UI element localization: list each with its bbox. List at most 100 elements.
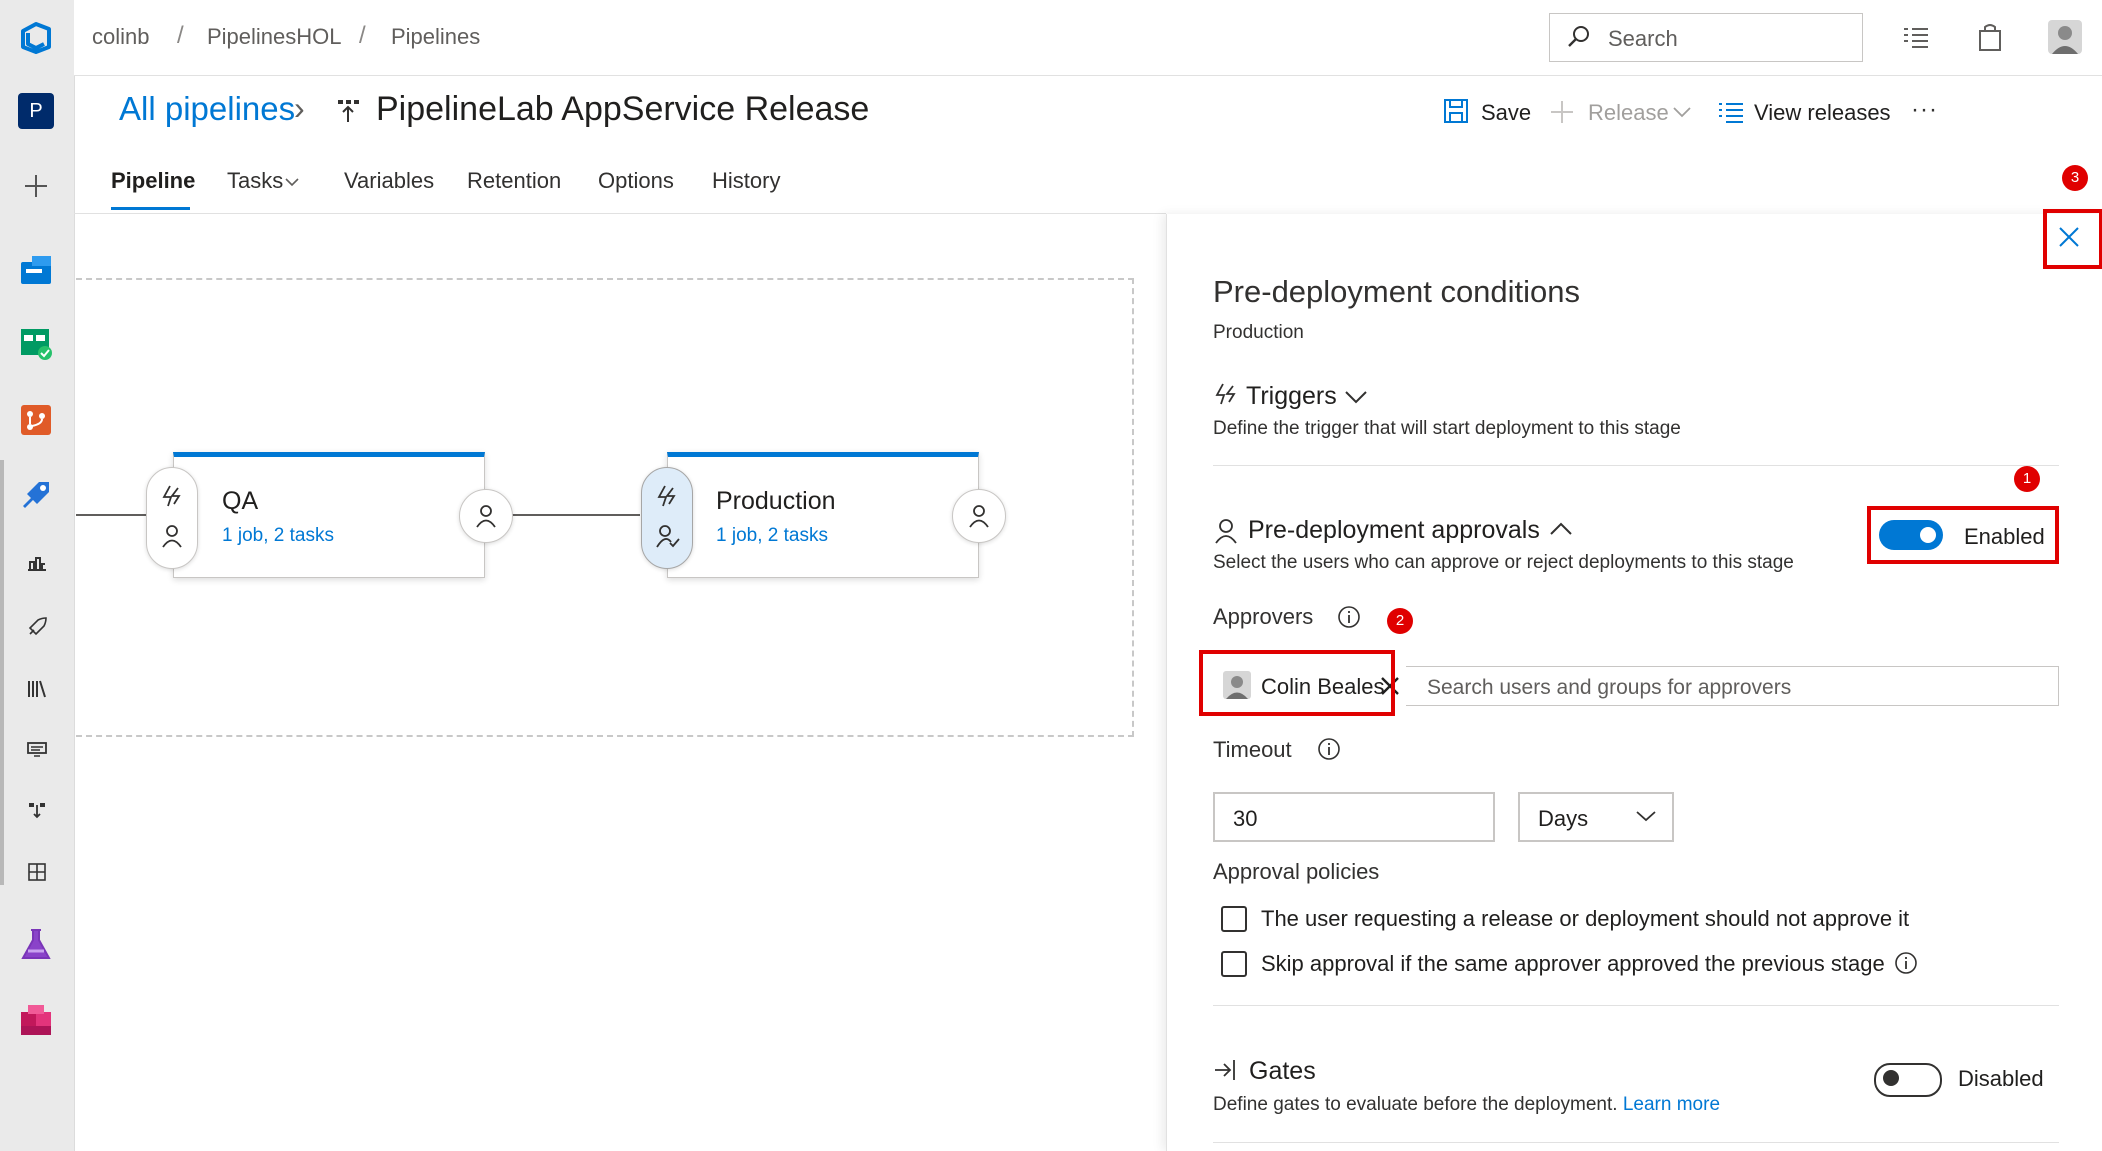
stage-name: Production [716, 487, 836, 515]
triggers-section-toggle[interactable]: Triggers [1246, 382, 1337, 411]
approvals-description: Select the users who can approve or reje… [1213, 552, 1794, 573]
gates-toggle-label: Disabled [1958, 1066, 2044, 1091]
timeout-value-input[interactable]: 30 [1213, 792, 1495, 842]
overview-icon[interactable] [14, 248, 58, 292]
connector-line [76, 514, 156, 516]
chevron-down-icon [1673, 106, 1691, 118]
releases-rocket-icon[interactable] [22, 612, 52, 642]
timeout-unit: Days [1538, 806, 1589, 831]
tab-active-indicator [111, 207, 190, 210]
tab-variables[interactable]: Variables [344, 168, 434, 194]
pre-deployment-conditions-button[interactable] [641, 467, 693, 569]
save-button[interactable]: Save [1481, 100, 1531, 126]
more-actions-button[interactable]: ··· [1911, 96, 1938, 124]
approvals-section-toggle[interactable]: Pre-deployment approvals [1248, 516, 1540, 545]
panel-title: Pre-deployment conditions [1213, 274, 1581, 309]
chevron-up-icon[interactable] [1550, 522, 1572, 536]
breadcrumb-separator: / [177, 22, 184, 49]
deployment-groups-icon[interactable] [22, 795, 52, 825]
policy-label: Skip approval if the same approver appro… [1261, 951, 1885, 976]
section-divider [1213, 1005, 2059, 1006]
close-icon[interactable] [2057, 225, 2081, 249]
chevron-down-icon[interactable] [1345, 390, 1367, 404]
connector-line [512, 514, 640, 516]
person-check-icon [655, 524, 681, 548]
stage-name: QA [222, 487, 259, 515]
tab-retention[interactable]: Retention [467, 168, 561, 194]
toggle-knob [1883, 1070, 1899, 1086]
timeout-value: 30 [1233, 806, 1258, 831]
policy-checkbox[interactable] [1221, 951, 1247, 977]
lightning-icon [160, 484, 184, 508]
stage-card-qa[interactable]: QA 1 job, 2 tasks [173, 452, 485, 578]
learn-more-link[interactable]: Learn more [1623, 1094, 1720, 1115]
panel-stage-name: Production [1213, 322, 1304, 343]
list-icon [1718, 101, 1744, 123]
task-list-icon[interactable] [1902, 24, 1930, 50]
stage-summary-link[interactable]: 1 job, 2 tasks [716, 525, 828, 547]
info-icon[interactable] [1894, 951, 1918, 975]
approval-policies-label: Approval policies [1213, 859, 1380, 884]
person-icon [161, 524, 183, 548]
gates-icon [1213, 1058, 1239, 1082]
stage-summary-link[interactable]: 1 job, 2 tasks [222, 525, 334, 547]
user-avatar[interactable] [2048, 20, 2082, 54]
artifacts-icon[interactable] [14, 998, 58, 1042]
approvers-label: Approvers [1213, 604, 1314, 629]
gates-disabled-toggle[interactable] [1874, 1063, 1942, 1097]
approvals-enabled-toggle[interactable] [1879, 520, 1943, 550]
environments-grid-icon[interactable] [22, 857, 52, 887]
tab-tasks[interactable]: Tasks [227, 168, 283, 194]
chevron-down-icon [285, 177, 299, 187]
marketplace-bag-icon[interactable] [1977, 22, 2003, 52]
approvers-search-input[interactable]: Search users and groups for approvers [1427, 676, 1791, 700]
person-icon [476, 505, 496, 528]
annotation-badge-2: 2 [1387, 608, 1413, 634]
info-icon[interactable] [1317, 737, 1341, 761]
person-icon [1214, 518, 1238, 544]
stage-card-production[interactable]: Production 1 job, 2 tasks [667, 452, 979, 578]
info-icon[interactable] [1337, 605, 1361, 629]
test-plans-icon[interactable] [14, 923, 58, 967]
chevron-down-icon [1636, 810, 1656, 822]
breadcrumb-section[interactable]: Pipelines [391, 24, 480, 50]
gates-section-toggle[interactable]: Gates [1249, 1057, 1316, 1086]
policy-checkbox[interactable] [1221, 906, 1247, 932]
timeout-label: Timeout [1213, 737, 1292, 762]
post-deployment-conditions-button[interactable] [952, 489, 1006, 543]
tab-options[interactable]: Options [598, 168, 674, 194]
save-icon[interactable] [1443, 98, 1469, 124]
rail-selection-indicator [0, 460, 4, 885]
repos-icon[interactable] [14, 398, 58, 442]
tab-history[interactable]: History [712, 168, 780, 194]
view-releases-button[interactable]: View releases [1754, 100, 1891, 126]
triggers-icon [1213, 382, 1239, 408]
post-deployment-conditions-button[interactable] [459, 489, 513, 543]
release-pipeline-icon [337, 98, 361, 124]
breadcrumb-chevron: › [294, 90, 305, 126]
toggle-knob [1920, 527, 1936, 543]
all-pipelines-link[interactable]: All pipelines [119, 90, 295, 128]
timeout-unit-dropdown[interactable]: Days [1518, 792, 1674, 842]
left-nav-rail: P [0, 0, 75, 1151]
triggers-description: Define the trigger that will start deplo… [1213, 418, 1681, 439]
pipeline-title: PipelineLab AppService Release [376, 90, 870, 128]
project-avatar[interactable]: P [14, 89, 58, 133]
breadcrumb-project[interactable]: PipelinesHOL [207, 24, 342, 50]
task-groups-icon[interactable] [22, 735, 52, 765]
annotation-badge-1: 1 [2014, 466, 2040, 492]
pre-deployment-conditions-button[interactable] [146, 467, 198, 569]
search-box[interactable]: Search [1549, 13, 1863, 62]
pipelines-icon[interactable] [14, 473, 58, 517]
breadcrumb-org[interactable]: colinb [92, 24, 149, 50]
library-icon[interactable] [22, 674, 52, 704]
azure-devops-logo-icon[interactable] [14, 16, 58, 60]
breadcrumb-separator: / [359, 22, 366, 49]
policy-label: The user requesting a release or deploym… [1261, 906, 1910, 931]
boards-icon[interactable] [14, 322, 58, 366]
tab-pipeline[interactable]: Pipeline [111, 168, 195, 194]
builds-icon[interactable] [22, 548, 52, 578]
pre-deployment-conditions-panel: 3 Pre-deployment conditions Production T… [1166, 165, 2102, 1151]
add-icon[interactable] [14, 164, 58, 208]
release-button[interactable]: Release [1588, 100, 1669, 126]
